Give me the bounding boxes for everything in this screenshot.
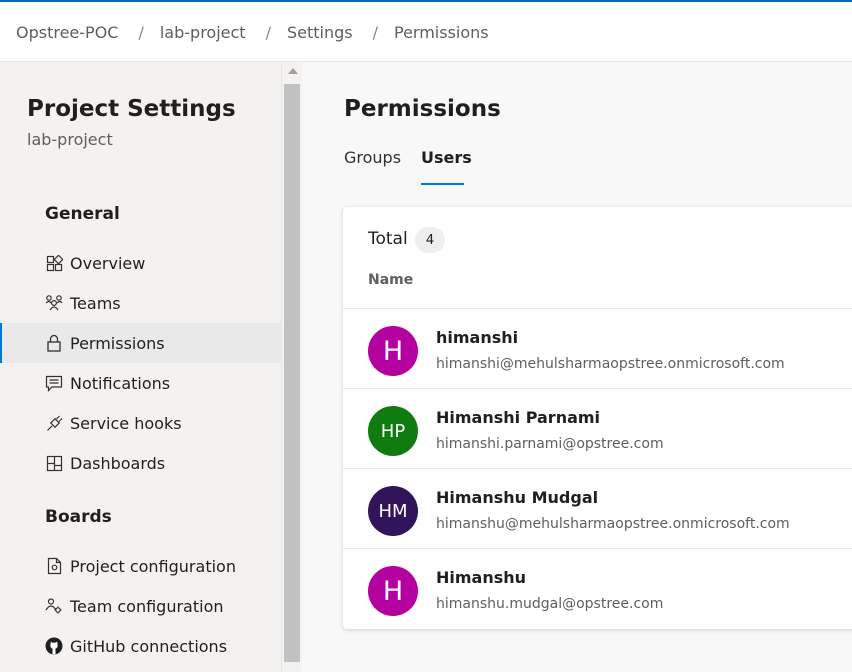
- user-name: himanshi: [436, 328, 519, 347]
- sidebar-item-team-configuration[interactable]: Team configuration: [0, 586, 282, 626]
- user-row[interactable]: HP Himanshi Parnami himanshi.parnami@ops…: [343, 388, 852, 469]
- breadcrumb-project[interactable]: lab-project: [160, 23, 246, 42]
- user-email: himanshi@mehulsharmaopstree.onmicrosoft.…: [436, 356, 785, 372]
- sidebar-item-label: Service hooks: [70, 413, 182, 433]
- github-icon: [45, 637, 63, 655]
- breadcrumb-separator: /: [372, 23, 378, 42]
- team-settings-icon: [45, 597, 63, 615]
- sidebar-item-github-connections[interactable]: GitHub connections: [0, 626, 282, 666]
- scrollbar-thumb[interactable]: [284, 84, 300, 662]
- sidebar-subtitle: lab-project: [27, 130, 113, 149]
- user-email: himanshi.parnami@opstree.com: [436, 436, 664, 452]
- avatar: HP: [368, 406, 418, 456]
- breadcrumb: Opstree-POC / lab-project / Settings / P…: [16, 23, 489, 42]
- section-title-general: General: [45, 204, 120, 224]
- avatar: H: [368, 326, 418, 376]
- sidebar-item-label: Notifications: [70, 373, 171, 393]
- breadcrumb-organization[interactable]: Opstree-POC: [16, 23, 118, 42]
- total-count-badge: 4: [415, 227, 445, 253]
- user-name: Himanshu: [436, 568, 527, 587]
- sidebar-item-permissions[interactable]: Permissions: [0, 323, 282, 363]
- sidebar-item-label: Project configuration: [70, 556, 236, 576]
- sidebar-item-notifications[interactable]: Notifications: [0, 363, 282, 403]
- user-email: himanshu.mudgal@opstree.com: [436, 596, 664, 612]
- sidebar-item-label: Permissions: [70, 333, 165, 353]
- sidebar-item-label: Overview: [70, 253, 146, 273]
- sidebar-item-dashboards[interactable]: Dashboards: [0, 443, 282, 483]
- sidebar-item-label: Team configuration: [70, 596, 224, 616]
- breadcrumb-separator: /: [138, 23, 144, 42]
- sidebar-item-overview[interactable]: Overview: [0, 243, 282, 283]
- breadcrumb-settings[interactable]: Settings: [287, 23, 353, 42]
- lock-icon: [45, 334, 63, 352]
- breadcrumb-permissions[interactable]: Permissions: [394, 23, 489, 42]
- document-settings-icon: [45, 557, 63, 575]
- plug-icon: [45, 414, 63, 432]
- user-row[interactable]: H Himanshu himanshu.mudgal@opstree.com: [343, 548, 852, 629]
- tab-users[interactable]: Users: [421, 148, 472, 167]
- sidebar-title: Project Settings: [27, 96, 236, 122]
- avatar: HM: [368, 486, 418, 536]
- breadcrumb-separator: /: [265, 23, 271, 42]
- sidebar-item-label: GitHub connections: [70, 636, 228, 656]
- tab-groups[interactable]: Groups: [344, 148, 401, 167]
- sidebar-item-service-hooks[interactable]: Service hooks: [0, 403, 282, 443]
- user-name: Himanshi Parnami: [436, 408, 601, 427]
- section-title-boards: Boards: [45, 507, 112, 527]
- dashboard-icon: [45, 454, 63, 472]
- settings-sidebar: Project Settings lab-project General Ove…: [0, 62, 282, 672]
- page-title: Permissions: [344, 96, 501, 122]
- avatar: H: [368, 566, 418, 616]
- sidebar-item-teams[interactable]: Teams: [0, 283, 282, 323]
- user-row[interactable]: H himanshi himanshi@mehulsharmaopstree.o…: [343, 308, 852, 389]
- users-card: Total 4 Name H himanshi himanshi@mehulsh…: [343, 207, 852, 629]
- top-bar: Opstree-POC / lab-project / Settings / P…: [0, 0, 852, 62]
- sidebar-item-project-configuration[interactable]: Project configuration: [0, 546, 282, 586]
- scroll-up-arrow-icon[interactable]: [288, 68, 298, 74]
- sidebar-item-label: Teams: [70, 293, 121, 313]
- user-row[interactable]: HM Himanshu Mudgal himanshu@mehulsharmao…: [343, 468, 852, 549]
- user-name: Himanshu Mudgal: [436, 488, 599, 507]
- column-header-name[interactable]: Name: [368, 272, 413, 288]
- overview-icon: [45, 254, 63, 272]
- sidebar-scrollbar[interactable]: [282, 62, 302, 672]
- chat-icon: [45, 374, 63, 392]
- sidebar-item-label: Dashboards: [70, 453, 166, 473]
- user-email: himanshu@mehulsharmaopstree.onmicrosoft.…: [436, 516, 790, 532]
- teams-icon: [45, 294, 63, 312]
- active-tab-indicator: [421, 183, 464, 185]
- total-label: Total: [368, 229, 408, 249]
